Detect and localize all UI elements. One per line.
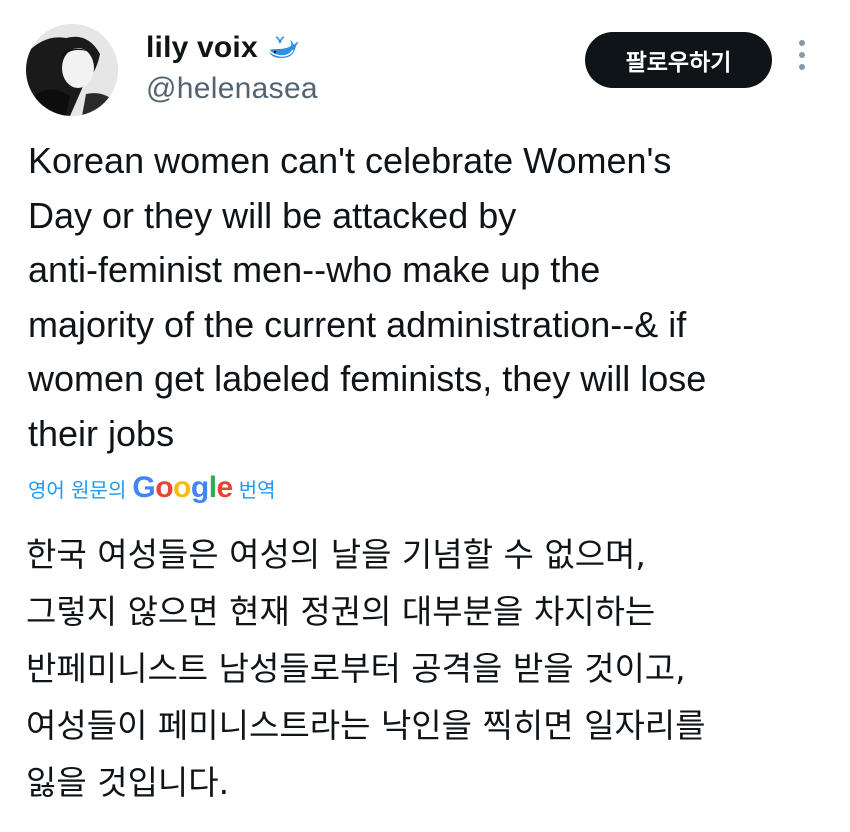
translated-text: 한국 여성들은 여성의 날을 기념할 수 없으며, 그렇지 않으면 현재 정권의… [26,535,706,802]
translation-prefix: 영어 원문의 [28,477,127,502]
avatar-photo [26,24,118,116]
more-vertical-icon[interactable] [794,40,810,80]
follow-button[interactable]: 팔로우하기 [585,32,772,88]
display-name-row[interactable]: lily voix [146,30,318,66]
tweet-text: Korean women can't celebrate Women's Day… [28,140,707,454]
author-names: lily voix @helenasea [146,30,318,106]
google-logo: Google [132,471,233,504]
translation-attribution[interactable]: 영어 원문의 Google 번역 [28,470,276,506]
display-name[interactable]: lily voix [146,31,258,65]
tweet-header: lily voix @helenasea 팔로우하기 [0,0,850,120]
translation-suffix: 번역 [238,477,276,502]
avatar[interactable] [26,24,118,116]
whale-icon [266,35,300,61]
handle[interactable]: @helenasea [146,72,318,106]
